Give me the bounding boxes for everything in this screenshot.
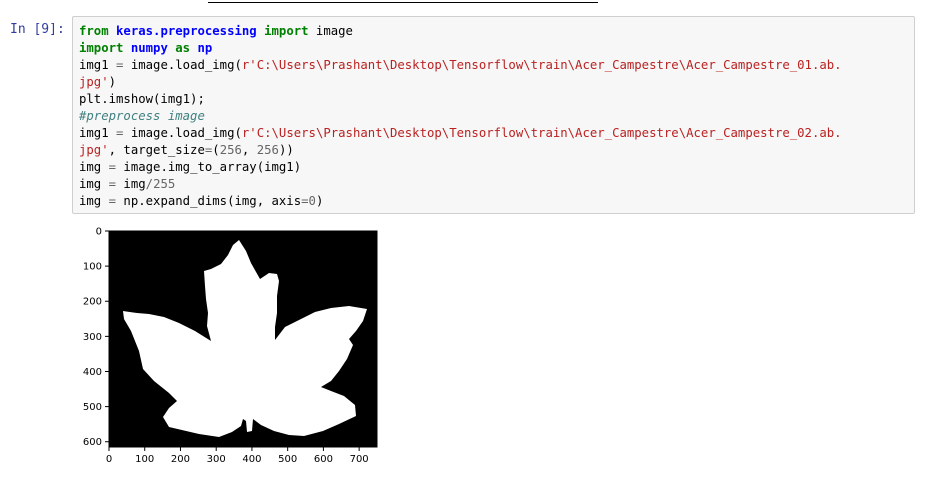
code-token: import xyxy=(79,41,124,55)
code-token: keras.preprocessing xyxy=(116,24,257,38)
code-token: img1 xyxy=(79,58,117,72)
code-token: = xyxy=(108,194,117,208)
code-token: as xyxy=(175,41,191,55)
y-tick-label: 100 xyxy=(83,262,102,273)
code-token: 255 xyxy=(153,177,176,191)
code-token: np xyxy=(197,41,213,55)
code-line: jpg', target_size=(256, 256)) xyxy=(79,143,294,157)
code-token: r'C:\Users\Prashant\Desktop\Tensorflow\t… xyxy=(241,58,842,72)
y-tick-label: 600 xyxy=(83,437,102,448)
x-axis: 0 100 200 300 400 500 600 700 xyxy=(106,447,369,465)
code-cell-input[interactable]: from keras.preprocessing import image im… xyxy=(72,16,915,214)
code-line: plt.imshow(img1); xyxy=(79,92,205,106)
code-token: jpg' xyxy=(79,75,109,89)
code-line: import numpy as np xyxy=(79,41,212,55)
code-token: = xyxy=(301,194,309,208)
code-line: from keras.preprocessing import image xyxy=(79,24,353,38)
y-tick-label: 300 xyxy=(83,332,102,343)
cell-output: 0 100 200 300 400 500 600 0 100 200 300 400 500 600 7… xyxy=(80,222,390,476)
y-tick-label: 0 xyxy=(96,227,102,238)
code-line: #preprocess image xyxy=(79,109,205,123)
code-token: / xyxy=(145,177,154,191)
code-token: image.img_to_array(img1) xyxy=(116,160,302,174)
code-line: jpg') xyxy=(79,75,116,89)
code-line: img = image.img_to_array(img1) xyxy=(79,160,301,174)
code-token: image xyxy=(308,24,353,38)
x-tick-label: 300 xyxy=(207,454,226,465)
imshow-plot: 0 100 200 300 400 500 600 0 100 200 300 400 500 600 7… xyxy=(83,227,378,465)
code-token: = xyxy=(108,160,117,174)
code-token: ) xyxy=(315,194,324,208)
y-axis: 0 100 200 300 400 500 600 xyxy=(83,227,109,448)
code-token: image.load_img( xyxy=(123,58,242,72)
top-divider xyxy=(208,2,598,3)
code-token: 256 xyxy=(219,143,242,157)
code-editor[interactable]: from keras.preprocessing import image im… xyxy=(73,17,914,210)
code-token: img xyxy=(79,177,109,191)
code-line: img = img/255 xyxy=(79,177,175,191)
code-token: plt.imshow(img1); xyxy=(79,92,205,106)
code-token: #preprocess image xyxy=(79,109,205,123)
code-token: image.load_img( xyxy=(123,126,242,140)
x-tick-label: 500 xyxy=(278,454,297,465)
code-token: ) xyxy=(108,75,117,89)
x-tick-label: 700 xyxy=(350,454,369,465)
cell-prompt: In [9]: xyxy=(10,22,65,37)
code-line: img1 = image.load_img(r'C:\Users\Prashan… xyxy=(79,126,842,140)
code-token: import xyxy=(264,24,309,38)
code-token: 256 xyxy=(256,143,279,157)
y-tick-label: 200 xyxy=(83,297,102,308)
code-token: img1 xyxy=(79,126,117,140)
code-token: img xyxy=(79,160,109,174)
code-line: img = np.expand_dims(img, axis=0) xyxy=(79,194,323,208)
code-token: img xyxy=(116,177,146,191)
code-token: ( xyxy=(212,143,220,157)
code-token: , target_size xyxy=(108,143,205,157)
code-line: img1 = image.load_img(r'C:\Users\Prashan… xyxy=(79,58,842,72)
y-tick-label: 500 xyxy=(83,402,102,413)
code-token: jpg' xyxy=(79,143,109,157)
code-token: 0 xyxy=(308,194,316,208)
x-tick-label: 200 xyxy=(171,454,190,465)
code-token: = xyxy=(108,177,117,191)
code-token: )) xyxy=(278,143,294,157)
y-tick-label: 400 xyxy=(83,367,102,378)
code-token: np.expand_dims(img, axis xyxy=(116,194,302,208)
code-token: from xyxy=(79,24,109,38)
x-tick-label: 0 xyxy=(106,454,112,465)
x-tick-label: 600 xyxy=(314,454,333,465)
x-tick-label: 400 xyxy=(242,454,261,465)
code-token: r'C:\Users\Prashant\Desktop\Tensorflow\t… xyxy=(241,126,842,140)
x-tick-label: 100 xyxy=(135,454,154,465)
code-token: , xyxy=(241,143,257,157)
code-token: img xyxy=(79,194,109,208)
code-token: numpy xyxy=(130,41,168,55)
